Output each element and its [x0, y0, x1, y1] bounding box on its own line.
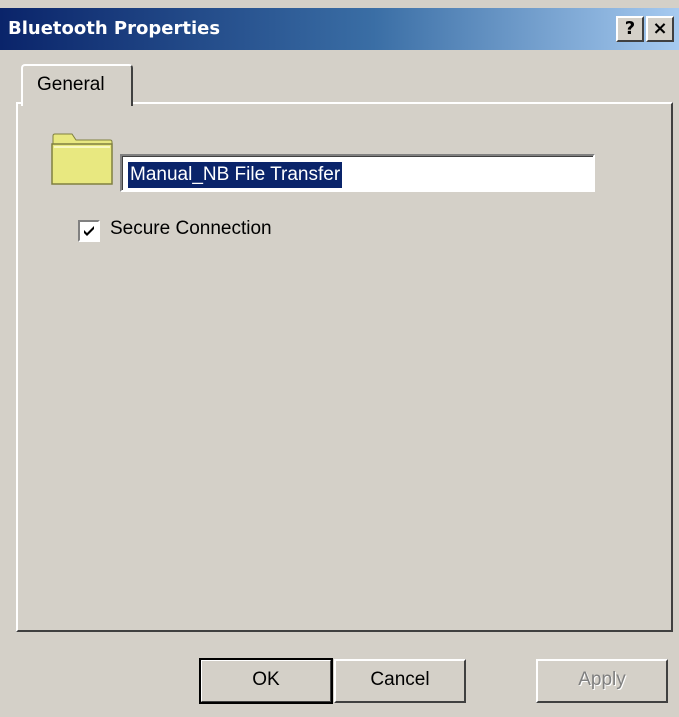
name-field[interactable]: Manual_NB File Transfer	[120, 154, 595, 192]
secure-connection-label[interactable]: Secure Connection	[110, 218, 272, 240]
window-title: Bluetooth Properties	[8, 18, 221, 39]
name-field-text: Manual_NB File Transfer	[128, 162, 343, 188]
tab-general[interactable]: General	[21, 64, 133, 106]
bluetooth-properties-dialog: Bluetooth Properties ? × General Manual_…	[0, 0, 679, 717]
tab-general-label: General	[37, 74, 105, 95]
close-button[interactable]: ×	[646, 16, 674, 42]
help-button[interactable]: ?	[616, 16, 644, 42]
secure-connection-checkbox[interactable]	[78, 220, 100, 242]
ok-button[interactable]: OK	[199, 658, 333, 704]
folder-icon	[51, 133, 113, 185]
checkmark-icon	[84, 226, 94, 236]
apply-button[interactable]: Apply	[536, 659, 668, 703]
cancel-button[interactable]: Cancel	[334, 659, 466, 703]
title-bar[interactable]: Bluetooth Properties ? ×	[0, 8, 679, 50]
